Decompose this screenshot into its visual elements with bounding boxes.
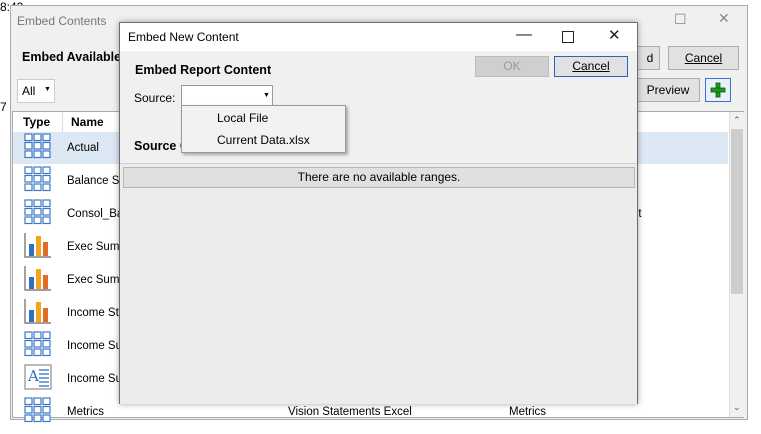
- row-name[interactable]: Metrics: [67, 406, 104, 418]
- row-name[interactable]: Income Sur: [67, 340, 126, 352]
- preview-button[interactable]: Preview: [636, 78, 700, 102]
- partial-button-label: d: [646, 51, 654, 65]
- row-name[interactable]: Consol_Bal: [67, 208, 126, 220]
- scroll-down-icon[interactable]: ⌄: [733, 402, 741, 413]
- close-icon[interactable]: ✕: [608, 26, 621, 44]
- bar-chart-icon: [24, 265, 52, 291]
- chevron-down-icon: ▼: [263, 92, 270, 99]
- grid-icon: [24, 331, 52, 357]
- document-icon: A: [24, 364, 52, 390]
- row-source-cell: Vision Statements Excel: [288, 406, 412, 418]
- empty-ranges-message: There are no available ranges.: [123, 167, 635, 188]
- row-name[interactable]: Exec Sum I: [67, 274, 126, 286]
- scroll-up-icon[interactable]: ⌃: [733, 115, 741, 126]
- grid-icon: [24, 166, 52, 192]
- dropdown-option-current-data[interactable]: Current Data.xlsx: [217, 133, 310, 147]
- dialog-cancel-button[interactable]: Cancel: [554, 56, 628, 77]
- chevron-down-icon: ▼: [44, 86, 51, 93]
- embed-report-heading: Embed Report Content: [135, 63, 272, 77]
- row-name[interactable]: Income Sta: [67, 307, 125, 319]
- column-header-type[interactable]: Type: [13, 112, 63, 132]
- close-icon[interactable]: ✕: [718, 11, 730, 27]
- source-dropdown-menu: Local File Current Data.xlsx: [181, 105, 346, 153]
- row-name[interactable]: Income Sur: [67, 373, 126, 385]
- embed-available-heading: Embed Available: [22, 50, 122, 64]
- source-label: Source:: [134, 91, 176, 105]
- preview-label: Preview: [646, 83, 690, 97]
- svg-text:A: A: [27, 367, 39, 385]
- ok-button[interactable]: OK: [475, 56, 549, 77]
- maximize-icon[interactable]: ☐: [674, 12, 687, 28]
- minimize-icon[interactable]: —: [516, 26, 532, 44]
- embed-new-content-dialog: Embed New Content — ✕ Embed Report Conte…: [119, 22, 638, 404]
- vertical-scrollbar[interactable]: ⌃ ⌄: [729, 112, 744, 417]
- filter-select[interactable]: All ▼: [17, 79, 55, 103]
- filter-value: All: [22, 84, 36, 98]
- plus-icon: [710, 82, 726, 98]
- maximize-icon[interactable]: [562, 31, 574, 43]
- window-title: Embed Contents: [17, 14, 107, 28]
- ranges-panel: [120, 163, 637, 404]
- stray-text: 7: [0, 100, 7, 114]
- row-name[interactable]: Actual: [67, 142, 99, 154]
- grid-icon: [24, 397, 52, 423]
- dialog-title: Embed New Content: [128, 30, 239, 44]
- add-button[interactable]: [705, 78, 731, 102]
- source-select[interactable]: ▼: [181, 85, 273, 107]
- row-name-cell: Metrics: [509, 406, 547, 418]
- row-name[interactable]: Balance Sh: [67, 175, 126, 187]
- scrollbar-thumb[interactable]: [731, 129, 743, 294]
- grid-icon: [24, 133, 52, 159]
- bar-chart-icon: [24, 298, 52, 324]
- cancel-button[interactable]: Cancel: [668, 46, 739, 70]
- bar-chart-icon: [24, 232, 52, 258]
- grid-icon: [24, 199, 52, 225]
- row-name[interactable]: Exec Sum I: [67, 241, 126, 253]
- column-header-name[interactable]: Name: [63, 112, 123, 132]
- dropdown-option-local-file[interactable]: Local File: [217, 111, 268, 125]
